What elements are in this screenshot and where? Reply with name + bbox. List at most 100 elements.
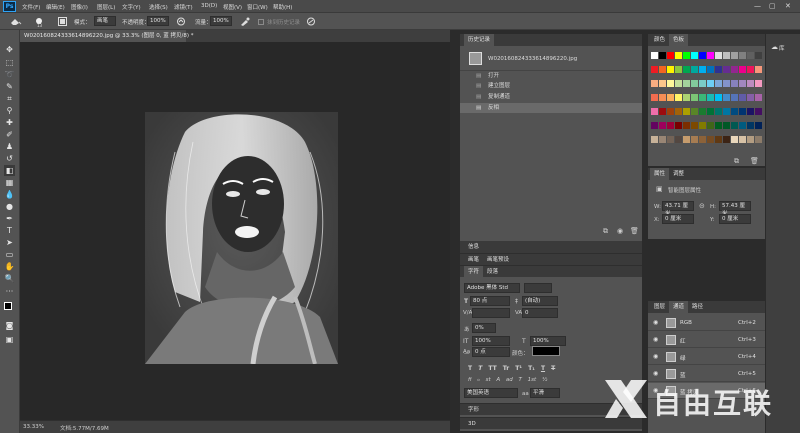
color-swatch[interactable] <box>707 66 714 73</box>
small-caps-button[interactable]: Tr <box>503 365 509 372</box>
color-swatch[interactable] <box>739 80 746 87</box>
color-swatch[interactable] <box>651 80 658 87</box>
ligature-button[interactable]: fi <box>468 377 472 383</box>
faux-italic-button[interactable]: T <box>478 365 482 372</box>
menu-window[interactable]: 窗口(W) <box>247 3 268 11</box>
tab-info[interactable]: 信息 <box>464 241 483 253</box>
zoom-tool-icon[interactable]: 🔍 <box>4 273 15 284</box>
color-swatch[interactable] <box>691 80 698 87</box>
menu-type[interactable]: 文字(Y) <box>122 3 141 11</box>
fractions-button[interactable]: ½ <box>542 377 547 383</box>
color-swatch[interactable] <box>651 136 658 143</box>
color-swatch[interactable] <box>755 122 762 129</box>
healing-tool-icon[interactable]: ✚ <box>4 117 15 128</box>
color-swatch[interactable] <box>667 80 674 87</box>
color-swatch[interactable] <box>707 94 714 101</box>
crop-tool-icon[interactable]: ⌗ <box>4 93 15 104</box>
color-swatch[interactable] <box>651 66 658 73</box>
pen-tool-icon[interactable]: ✒ <box>4 213 15 224</box>
type-style-buttons[interactable]: T T TT Tr T¹ T₁ T T <box>468 365 566 374</box>
gradient-tool-icon[interactable]: ▦ <box>4 177 15 188</box>
brush-preset-icon[interactable]: 13 <box>34 16 46 27</box>
menu-layer[interactable]: 图层(L) <box>97 3 115 11</box>
color-swatch[interactable] <box>739 136 746 143</box>
menu-help[interactable]: 帮助(H) <box>273 3 292 11</box>
tab-history[interactable]: 历史记录 <box>464 34 495 46</box>
libraries-label[interactable]: 库 <box>779 44 785 52</box>
color-swatch[interactable] <box>699 80 706 87</box>
shape-tool-icon[interactable]: ▭ <box>4 249 15 260</box>
menu-3d[interactable]: 3D(D) <box>201 3 217 9</box>
history-item-active[interactable]: ▤ 反相 <box>460 103 642 113</box>
color-swatch[interactable] <box>675 108 682 115</box>
color-swatch[interactable] <box>699 52 706 59</box>
color-swatch[interactable] <box>651 52 658 59</box>
color-swatch[interactable] <box>691 122 698 129</box>
color-swatch[interactable] <box>683 94 690 101</box>
opacity-input[interactable]: 100% <box>147 16 169 26</box>
screen-mode-icon[interactable]: ▣ <box>4 334 15 345</box>
minimize-button[interactable]: — <box>754 2 761 11</box>
brush-tool-icon[interactable]: ✐ <box>4 129 15 140</box>
color-swatch[interactable] <box>747 52 754 59</box>
color-swatch[interactable] <box>739 52 746 59</box>
flow-input[interactable]: 100% <box>210 16 232 26</box>
antialias-select[interactable]: 平滑 <box>530 388 560 398</box>
color-swatch[interactable] <box>755 136 762 143</box>
font-style-select[interactable] <box>524 283 552 293</box>
color-swatch[interactable] <box>699 108 706 115</box>
color-swatch[interactable] <box>683 108 690 115</box>
color-swatch[interactable] <box>755 108 762 115</box>
tab-character[interactable]: 字符 <box>464 266 484 278</box>
lasso-tool-icon[interactable]: ➰ <box>4 69 15 80</box>
color-swatch[interactable] <box>731 52 738 59</box>
old-style-button[interactable]: ℴ <box>477 377 480 383</box>
tab-channels[interactable]: 通道 <box>669 301 689 313</box>
color-swatch[interactable] <box>675 94 682 101</box>
menu-select[interactable]: 选择(S) <box>149 3 168 11</box>
menu-edit[interactable]: 编辑(E) <box>46 3 65 11</box>
brush-panel-icon[interactable] <box>58 17 67 26</box>
ornament-button[interactable]: T <box>519 377 522 383</box>
color-swatch[interactable] <box>715 122 722 129</box>
color-swatch[interactable] <box>651 122 658 129</box>
color-swatch[interactable] <box>731 122 738 129</box>
foreground-color-swatch[interactable] <box>4 302 12 310</box>
color-swatch[interactable] <box>683 80 690 87</box>
color-swatch[interactable] <box>699 66 706 73</box>
color-swatch[interactable] <box>715 52 722 59</box>
color-swatch[interactable] <box>675 52 682 59</box>
stylistic-button[interactable]: A <box>496 377 500 383</box>
color-swatch[interactable] <box>659 52 666 59</box>
marquee-tool-icon[interactable]: ⬚ <box>4 57 15 68</box>
close-button[interactable]: ✕ <box>785 2 791 11</box>
channel-row[interactable]: ◉ 红 Ctrl+3 <box>648 332 765 348</box>
color-swatch[interactable] <box>659 94 666 101</box>
tab-layers[interactable]: 图层 <box>650 301 669 313</box>
color-swatch[interactable] <box>675 136 682 143</box>
color-swatch[interactable] <box>731 66 738 73</box>
delete-swatch-icon[interactable]: 🗑 <box>750 157 759 165</box>
move-tool-icon[interactable]: ✥ <box>4 44 15 55</box>
color-swatch[interactable] <box>691 94 698 101</box>
color-swatch[interactable] <box>731 108 738 115</box>
color-swatch[interactable] <box>747 66 754 73</box>
color-swatch[interactable] <box>723 52 730 59</box>
eye-icon[interactable]: ◉ <box>653 336 658 343</box>
horizontal-scale-input[interactable]: 100% <box>530 336 566 346</box>
menu-view[interactable]: 视图(V) <box>223 3 242 11</box>
all-caps-button[interactable]: TT <box>488 365 496 372</box>
restore-button[interactable]: ▢ <box>769 2 776 11</box>
leading-input[interactable]: (自动) <box>522 296 558 306</box>
subscript-button[interactable]: T₁ <box>528 365 535 372</box>
tracking-input[interactable]: 0 <box>522 308 558 318</box>
quick-select-tool-icon[interactable]: ✎ <box>4 81 15 92</box>
eye-icon[interactable]: ◉ <box>653 319 658 326</box>
tab-3d[interactable]: 3D <box>464 418 480 430</box>
color-swatch[interactable] <box>651 108 658 115</box>
tab-swatches[interactable]: 色板 <box>669 34 689 46</box>
color-swatch[interactable] <box>715 66 722 73</box>
tab-brush-presets[interactable]: 画笔预设 <box>483 254 513 266</box>
eye-icon[interactable]: ◉ <box>653 353 658 360</box>
more-tools-icon[interactable]: ··· <box>4 286 15 297</box>
